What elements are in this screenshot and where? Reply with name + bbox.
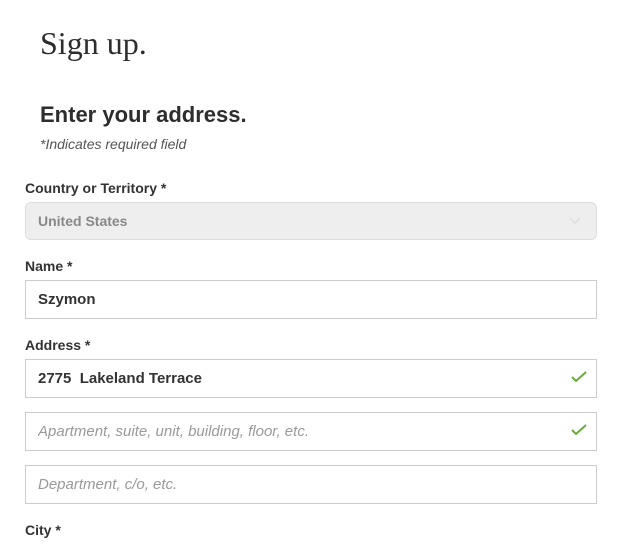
country-field-group: Country or Territory * United States [25,180,597,240]
address-line3-input[interactable] [25,465,597,504]
name-label: Name * [25,258,597,274]
name-input[interactable] [25,280,597,319]
address-label: Address * [25,337,597,353]
country-select-wrapper: United States [25,202,597,240]
name-field-group: Name * [25,258,597,319]
city-label: City * [25,522,61,538]
address-line1-input[interactable] [25,359,597,398]
required-field-note: *Indicates required field [40,136,597,152]
country-select[interactable]: United States [25,202,597,240]
address-field-group: Address * [25,337,597,504]
page-title: Sign up. [40,25,597,62]
address-line2-input[interactable] [25,412,597,451]
section-title: Enter your address. [40,102,597,128]
country-label: Country or Territory * [25,180,597,196]
city-field-group: City * [25,522,597,540]
